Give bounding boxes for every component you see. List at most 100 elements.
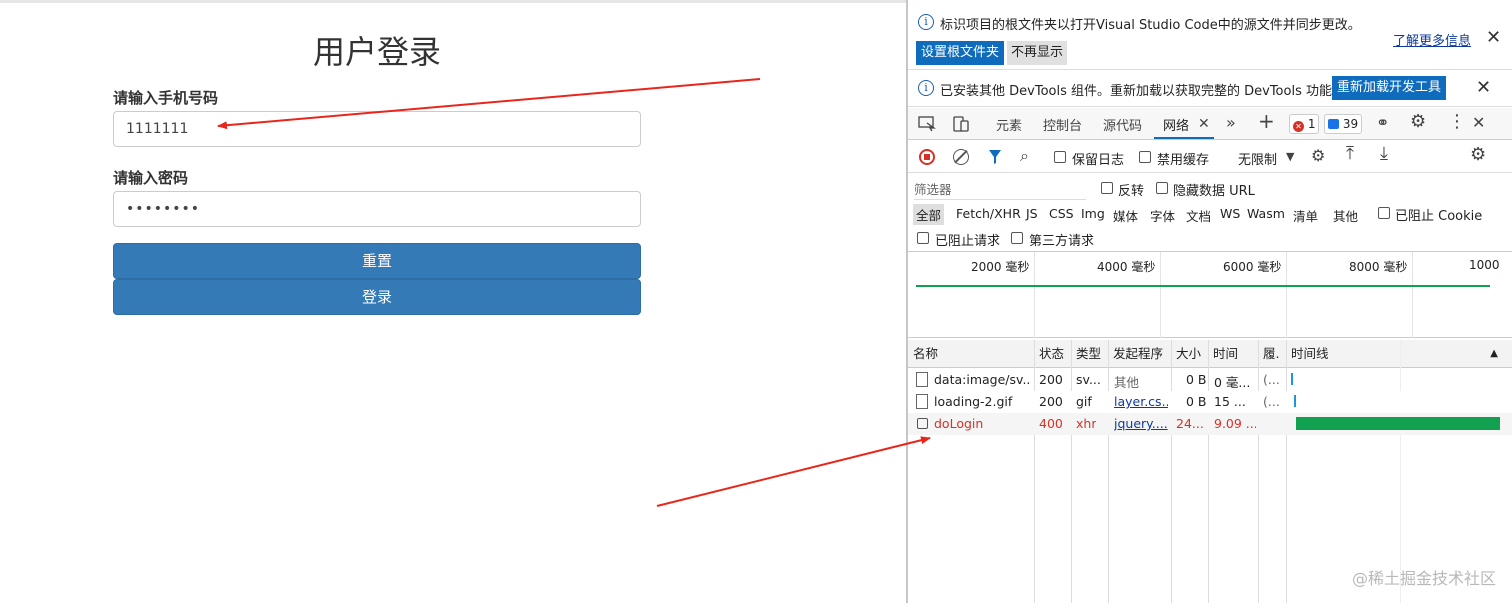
column-header-time[interactable]: 时间 [1208, 340, 1258, 368]
messages-count: 39 [1342, 117, 1359, 131]
filter-type-font[interactable]: 字体 [1150, 206, 1175, 225]
column-header-initiator[interactable]: 发起程序 [1108, 340, 1171, 368]
dont-show-again-button[interactable]: 不再显示 [1007, 41, 1068, 65]
filter-type-img[interactable]: Img [1081, 206, 1105, 221]
inspect-icon[interactable] [918, 116, 936, 132]
request-table: 名称 状态 类型 发起程序 大小 时间 履. 时间线 ▲ data:image/… [908, 340, 1512, 603]
overview-tick: 4000 毫秒 [1097, 260, 1156, 274]
devtools-panel: i 标识项目的根文件夹以打开Visual Studio Code中的源文件并同步… [906, 0, 1512, 603]
overview-tick: 1000 [1469, 258, 1500, 272]
filter-type-fetch-xhr[interactable]: Fetch/XHR [956, 206, 1021, 221]
message-icon [1328, 119, 1339, 129]
messages-badge[interactable]: 39 [1324, 114, 1363, 134]
request-name: doLogin [934, 416, 984, 431]
info-icon: i [918, 14, 934, 30]
filter-input[interactable]: 筛选器 [914, 180, 1086, 200]
table-row[interactable]: data:image/sv... 200 sv... 其他 0 B 0 毫...… [908, 369, 1512, 391]
overview-timeline[interactable]: 2000 毫秒 4000 毫秒 6000 毫秒 8000 毫秒 1000 [908, 252, 1512, 338]
info-icon: i [918, 80, 934, 96]
clear-icon[interactable] [953, 149, 969, 165]
preserve-log-checkbox[interactable] [1054, 151, 1066, 163]
reset-button[interactable]: 重置 [113, 243, 641, 279]
filter-type-other[interactable]: 其他 [1333, 206, 1358, 225]
request-fulfilled: (... [1263, 372, 1280, 387]
network-toolbar: ⌕ 保留日志 禁用缓存 无限制 ▼ ⚙ ⤒ ⤓ ⚙ [908, 141, 1512, 173]
gear-icon[interactable]: ⚙ [1410, 113, 1426, 131]
filter-type-all[interactable]: 全部 [913, 204, 945, 225]
record-icon[interactable] [919, 149, 935, 165]
import-har-icon[interactable]: ⤒ [1346, 145, 1354, 163]
tab-network[interactable]: 网络 [1163, 115, 1189, 134]
set-root-folder-button[interactable]: 设置根文件夹 [916, 41, 1005, 65]
invert-checkbox[interactable] [1101, 182, 1113, 194]
column-header-status[interactable]: 状态 [1034, 340, 1071, 368]
close-icon[interactable]: ✕ [1476, 79, 1491, 97]
blocked-cookies-label: 已阻止 Cookie [1395, 209, 1483, 224]
chevron-down-icon[interactable]: ▼ [1286, 149, 1294, 165]
close-tab-icon[interactable]: ✕ [1198, 116, 1210, 132]
infobar-root-text: 标识项目的根文件夹以打开Visual Studio Code中的源文件并同步更改… [940, 18, 1361, 33]
filter-type-ws[interactable]: WS [1220, 206, 1240, 221]
disable-cache-checkbox[interactable] [1139, 151, 1151, 163]
filter-type-css[interactable]: CSS [1049, 206, 1074, 221]
column-header-name[interactable]: 名称 [908, 340, 1034, 368]
add-tab-icon[interactable]: + [1258, 111, 1275, 131]
throttle-select[interactable]: 无限制 [1238, 149, 1277, 168]
filter-type-wasm[interactable]: Wasm [1247, 206, 1285, 221]
column-header-size[interactable]: 大小 [1171, 340, 1208, 368]
more-options-icon[interactable]: ⋮ [1448, 113, 1466, 131]
request-size: 0 B [1186, 394, 1207, 409]
blocked-requests-checkbox[interactable] [917, 232, 929, 244]
device-emulation-icon[interactable] [952, 115, 970, 133]
tab-sources[interactable]: 源代码 [1103, 115, 1142, 134]
third-party-checkbox[interactable] [1011, 232, 1023, 244]
third-party-label: 第三方请求 [1029, 234, 1095, 249]
export-har-icon[interactable]: ⤓ [1380, 145, 1388, 163]
request-status: 400 [1039, 416, 1063, 431]
request-initiator[interactable]: layer.cs... [1114, 394, 1168, 409]
infobar-reload-text: 已安装其他 DevTools 组件。重新加载以获取完整的 DevTools 功能… [940, 84, 1345, 99]
request-name: loading-2.gif [934, 394, 1013, 409]
waterfall-bar [1291, 373, 1293, 385]
active-tab-indicator [1154, 137, 1214, 139]
request-fulfilled: (... [1263, 394, 1280, 409]
table-row[interactable]: doLogin 400 xhr jquery.... 24... 9.09 ..… [908, 413, 1512, 435]
filter-type-media[interactable]: 媒体 [1113, 206, 1138, 225]
request-initiator: 其他 [1114, 375, 1140, 390]
filter-type-doc[interactable]: 文档 [1186, 206, 1211, 225]
devtools-tabbar: 元素 控制台 源代码 网络 ✕ » + ✕ 1 39 ⚭ ⚙ ⋮ ✕ [908, 108, 1512, 140]
filter-type-js[interactable]: JS [1026, 206, 1038, 221]
errors-count: 1 [1307, 117, 1316, 131]
column-header-fulfilled[interactable]: 履. [1258, 340, 1286, 368]
reload-devtools-button[interactable]: 重新加载开发工具 [1332, 76, 1447, 100]
request-initiator[interactable]: jquery.... [1114, 416, 1168, 431]
request-status: 200 [1039, 394, 1063, 409]
filter-type-manifest[interactable]: 清单 [1293, 206, 1318, 225]
hide-data-urls-checkbox[interactable] [1156, 182, 1168, 194]
login-button[interactable]: 登录 [113, 279, 641, 315]
phone-input[interactable]: 1111111 [113, 111, 641, 147]
filter-icon[interactable] [988, 149, 1002, 165]
customize-icon[interactable]: ⚭ [1376, 115, 1389, 131]
blocked-cookies-checkbox[interactable] [1378, 207, 1390, 219]
errors-badge[interactable]: ✕ 1 [1289, 114, 1320, 134]
table-row[interactable]: loading-2.gif 200 gif layer.cs... 0 B 15… [908, 391, 1512, 413]
search-icon[interactable]: ⌕ [1020, 148, 1029, 164]
watermark: @稀土掘金技术社区 [1351, 569, 1496, 588]
hide-data-urls-label: 隐藏数据 URL [1173, 184, 1255, 199]
network-settings-icon[interactable]: ⚙ [1470, 146, 1486, 164]
password-input[interactable]: •••••••• [113, 191, 641, 227]
column-header-type[interactable]: 类型 [1071, 340, 1108, 368]
network-conditions-icon[interactable]: ⚙ [1311, 148, 1325, 164]
file-icon [916, 394, 928, 409]
tab-elements[interactable]: 元素 [996, 115, 1022, 134]
tab-console[interactable]: 控制台 [1043, 115, 1082, 134]
close-devtools-icon[interactable]: ✕ [1472, 115, 1485, 131]
more-tabs-icon[interactable]: » [1226, 115, 1236, 131]
request-time: 0 毫... [1214, 375, 1251, 390]
learn-more-link[interactable]: 了解更多信息 [1393, 30, 1471, 49]
close-icon[interactable]: ✕ [1486, 29, 1501, 47]
disable-cache-label: 禁用缓存 [1157, 153, 1210, 168]
column-header-waterfall[interactable]: 时间线 ▲ [1286, 340, 1512, 368]
overview-gridline [1034, 252, 1035, 338]
